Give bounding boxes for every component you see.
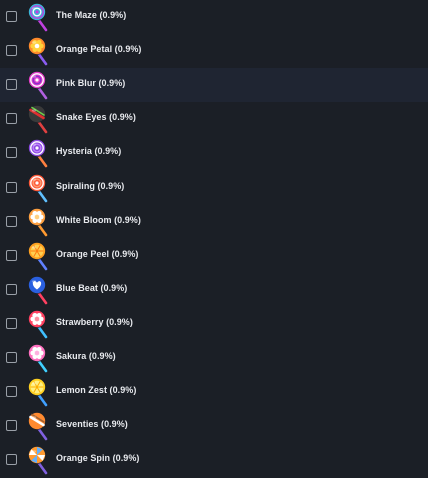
lollipop-white-bloom-icon [26, 207, 50, 237]
item-checkbox[interactable] [6, 352, 17, 363]
reward-item-list: The Maze (0.9%) Orange Petal (0.9%) Pink B… [0, 0, 428, 478]
list-item[interactable]: Hysteria (0.9%) [0, 136, 428, 170]
item-checkbox[interactable] [6, 317, 17, 329]
list-item[interactable]: Sakura (0.9%) [0, 341, 428, 375]
list-item[interactable]: Pink Blur (0.9%) [0, 68, 428, 103]
item-label: Orange Peel (0.9%) [56, 248, 139, 259]
lollipop-maze-icon [26, 2, 50, 32]
lollipop-blue-beat-icon [26, 275, 50, 305]
item-checkbox[interactable] [6, 420, 17, 432]
item-checkbox[interactable] [6, 79, 17, 91]
item-label: Hysteria (0.9%) [56, 146, 122, 157]
item-checkbox[interactable] [6, 11, 17, 22]
lollipop-sakura-icon [26, 343, 50, 373]
item-checkbox[interactable] [6, 283, 17, 295]
lollipop-pink-blur-icon [26, 70, 50, 100]
item-checkbox[interactable] [6, 113, 17, 125]
lollipop-strawberry-icon [26, 309, 50, 339]
item-label: Strawberry (0.9%) [56, 316, 133, 327]
list-item[interactable]: Orange Spin (0.9%) [0, 443, 428, 477]
list-item[interactable]: Spiraling (0.9%) [0, 171, 428, 205]
lollipop-snake-eyes-icon [26, 104, 50, 134]
item-label: The Maze (0.9%) [56, 10, 127, 20]
item-checkbox[interactable] [6, 386, 17, 398]
item-label: Lemon Zest (0.9%) [56, 385, 137, 396]
item-checkbox[interactable] [6, 181, 17, 193]
lollipop-hysteria-icon [26, 138, 50, 168]
item-checkbox[interactable] [6, 454, 17, 466]
list-item[interactable]: Blue Beat (0.9%) [0, 273, 428, 307]
item-label: White Bloom (0.9%) [56, 214, 141, 225]
lollipop-lemon-zest-icon [26, 377, 50, 407]
list-item[interactable]: Orange Petal (0.9%) [0, 34, 428, 68]
item-checkbox[interactable] [6, 45, 17, 57]
lollipop-seventies-icon [26, 411, 50, 441]
item-checkbox[interactable] [6, 215, 17, 227]
list-item[interactable]: The Maze (0.9%) [0, 0, 428, 34]
list-item[interactable]: Seventies (0.9%) [0, 409, 428, 443]
lollipop-spiraling-icon [26, 173, 50, 203]
list-item[interactable]: Lemon Zest (0.9%) [0, 375, 428, 409]
lollipop-orange-peel-icon [26, 241, 50, 271]
list-item[interactable]: Snake Eyes (0.9%) [0, 102, 428, 136]
list-item[interactable]: Strawberry (0.9%) [0, 307, 428, 341]
item-checkbox[interactable] [6, 249, 17, 261]
item-label: Orange Spin (0.9%) [56, 453, 140, 464]
item-label: Pink Blur (0.9%) [56, 78, 126, 89]
item-label: Spiraling (0.9%) [56, 180, 125, 191]
list-item[interactable]: Orange Peel (0.9%) [0, 239, 428, 273]
item-label: Snake Eyes (0.9%) [56, 112, 136, 123]
item-label: Orange Petal (0.9%) [56, 44, 142, 55]
item-label: Seventies (0.9%) [56, 419, 128, 430]
item-label: Sakura (0.9%) [56, 351, 116, 361]
item-checkbox[interactable] [6, 147, 17, 159]
item-label: Blue Beat (0.9%) [56, 282, 128, 293]
lollipop-orange-spin-icon [26, 445, 50, 475]
lollipop-orange-petal-icon [26, 36, 50, 66]
list-item[interactable]: White Bloom (0.9%) [0, 205, 428, 239]
